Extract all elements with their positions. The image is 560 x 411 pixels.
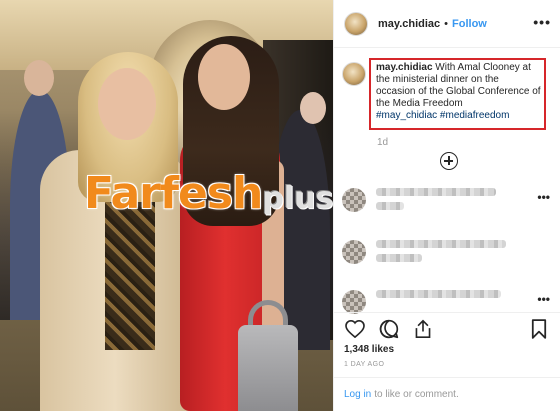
background-person-head — [300, 92, 326, 124]
avatar — [342, 290, 366, 314]
comment-icon[interactable] — [378, 318, 400, 340]
list-item — [342, 290, 501, 314]
list-item — [342, 188, 496, 216]
watermark-sub: plus.com — [262, 181, 333, 216]
background-person-head — [24, 60, 54, 96]
caption-hashtags[interactable]: #may_chidiac #mediafreedom — [376, 110, 509, 121]
action-bar — [344, 318, 446, 340]
follow-button[interactable]: Follow — [452, 18, 487, 30]
caption-username[interactable]: may.chidiac — [376, 62, 433, 73]
more-horizontal-icon[interactable]: ••• — [537, 190, 550, 204]
like-count[interactable]: 1,348 likes — [344, 344, 394, 355]
avatar — [342, 240, 366, 264]
heart-icon[interactable] — [344, 318, 366, 340]
watermark-main: Farfesh — [84, 168, 263, 219]
divider — [334, 312, 560, 313]
caption-text: may.chidiac With Amal Clooney at the min… — [376, 62, 541, 122]
post-photo[interactable]: Farfesh plus.com — [0, 0, 333, 411]
site-watermark: Farfesh plus.com — [84, 168, 333, 219]
comment-prompt-text: to like or comment. — [374, 389, 459, 400]
list-item — [342, 240, 506, 268]
photo-person-right-face — [198, 44, 250, 110]
photo-handbag — [238, 325, 298, 411]
plus-circle-icon[interactable] — [440, 152, 458, 170]
post-date: 1 DAY AGO — [344, 361, 385, 368]
header-separator: • — [444, 17, 449, 30]
comment-prompt: Log in to like or comment. — [334, 377, 560, 411]
share-icon[interactable] — [412, 318, 434, 340]
caption: may.chidiac With Amal Clooney at the min… — [342, 62, 541, 122]
avatar[interactable] — [344, 11, 368, 36]
caption-age: 1d — [377, 137, 389, 148]
bookmark-icon[interactable] — [528, 318, 550, 340]
post-side-panel: may.chidiac • Follow ••• may.chidiac Wit… — [333, 0, 560, 411]
login-link[interactable]: Log in — [344, 389, 371, 400]
avatar — [342, 188, 366, 212]
avatar[interactable] — [342, 62, 366, 86]
more-horizontal-icon[interactable]: ••• — [533, 14, 551, 30]
more-horizontal-icon[interactable]: ••• — [537, 292, 550, 306]
post-header: may.chidiac • Follow ••• — [334, 0, 560, 48]
photo-person-left-face — [98, 68, 156, 140]
header-username[interactable]: may.chidiac — [378, 18, 440, 30]
